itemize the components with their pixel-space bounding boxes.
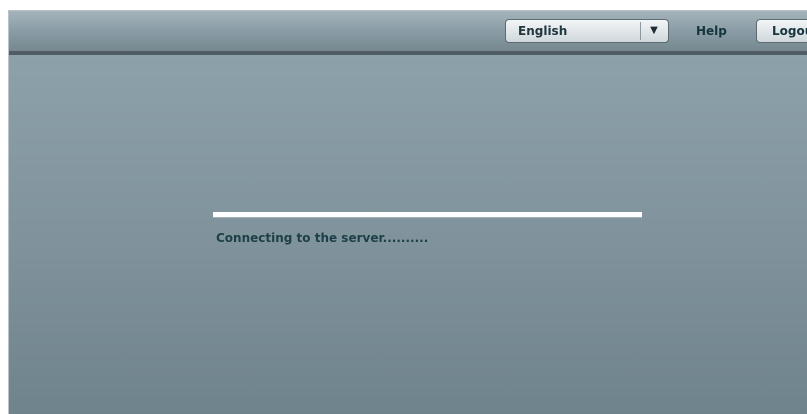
logout-label: Logout [772,24,807,38]
connection-progress-fill [213,213,642,217]
top-toolbar: English ▼ Help Logout [9,11,807,55]
connection-progress-bar [213,212,642,218]
language-select-divider [640,22,641,40]
help-link[interactable]: Help [696,24,727,38]
dropdown-arrow-icon[interactable]: ▼ [647,25,661,37]
application-window: English ▼ Help Logout Connecting to the … [8,10,807,414]
language-select[interactable]: English ▼ [505,19,669,43]
connection-status-text: Connecting to the server.......... [216,231,429,245]
language-select-value: English [518,24,568,38]
logout-button[interactable]: Logout [756,19,807,43]
